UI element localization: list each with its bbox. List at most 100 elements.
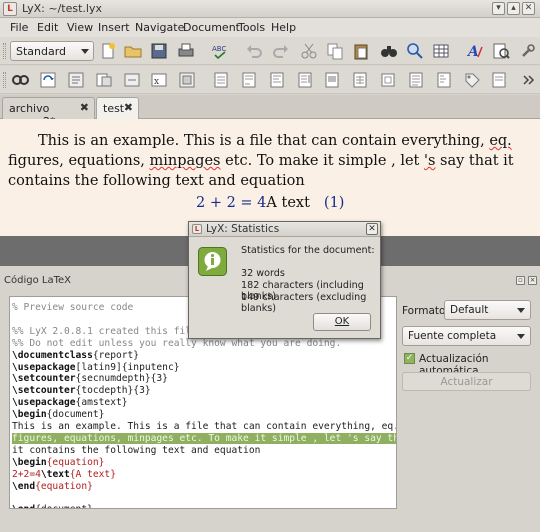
close-tab-icon[interactable]: ✖ xyxy=(80,101,89,114)
format-select[interactable]: Default xyxy=(444,300,531,320)
tab-test[interactable]: test ✖ xyxy=(96,97,139,119)
svg-text:x: x xyxy=(154,77,159,87)
misspelled-word[interactable]: minpages xyxy=(150,153,221,169)
menu-navigate[interactable]: Navigate xyxy=(135,21,184,34)
source-token: {document} xyxy=(46,409,105,421)
source-line: \end{equation} xyxy=(12,481,93,493)
source-token: {tocdepth}{3} xyxy=(75,385,151,397)
menu-file[interactable]: File xyxy=(10,21,28,34)
document-paragraph[interactable]: This is an example. This is a file that … xyxy=(8,131,531,191)
source-token: it contains the following text and equat… xyxy=(12,444,261,456)
new-document-icon[interactable] xyxy=(99,42,117,60)
source-token: This is an example. This is a file that … xyxy=(12,421,397,432)
close-panel-icon[interactable]: × xyxy=(528,276,537,285)
table-float-icon[interactable] xyxy=(351,71,369,89)
close-dialog-button[interactable]: ✕ xyxy=(366,223,378,235)
tab-archivo-nuevo2[interactable]: archivo nuevo2* ✖ xyxy=(2,97,95,128)
close-window-button[interactable]: ✕ xyxy=(522,2,535,15)
find-binoculars-icon[interactable] xyxy=(380,42,398,60)
find-replace-icon[interactable] xyxy=(406,42,424,60)
source-token: \begin xyxy=(12,409,47,421)
source-line: %% Do not edit unless you really know wh… xyxy=(12,338,341,350)
spellcheck-icon[interactable]: ABC xyxy=(211,42,229,60)
format-label: Formato: xyxy=(402,305,449,317)
paste-icon[interactable] xyxy=(352,42,370,60)
equation-inset[interactable]: 2 + 2 = 4A text (1) xyxy=(196,195,344,211)
font-style-icon[interactable]: A xyxy=(466,42,484,60)
menu-view[interactable]: View xyxy=(67,21,93,34)
view-icon[interactable] xyxy=(11,71,29,89)
box-icon[interactable] xyxy=(379,71,397,89)
cut-icon[interactable] xyxy=(300,42,318,60)
source-token: figures, equations, minpages etc. To mak… xyxy=(12,432,396,444)
update-icon[interactable] xyxy=(39,71,57,89)
source-token: \end xyxy=(12,480,36,492)
paragraph-style-select[interactable]: Standard xyxy=(10,41,94,61)
source-token: \setcounter xyxy=(12,373,76,385)
stats-heading: Statistics for the document: xyxy=(241,245,375,256)
source-scope-select[interactable]: Fuente completa xyxy=(402,326,531,346)
chevron-more-icon[interactable] xyxy=(519,71,537,89)
source-token: {secnumdepth}{3} xyxy=(75,373,168,385)
float-panel-icon[interactable]: ▫ xyxy=(516,276,525,285)
menu-document[interactable]: Document xyxy=(183,21,240,34)
open-folder-icon[interactable] xyxy=(124,42,142,60)
menu-help[interactable]: Help xyxy=(271,21,296,34)
redo-icon[interactable] xyxy=(272,42,290,60)
source-token: {amstext} xyxy=(75,397,128,409)
outline-icon[interactable] xyxy=(67,71,85,89)
table-icon[interactable] xyxy=(432,42,450,60)
source-line: % Preview source code xyxy=(12,302,133,314)
master-document-icon[interactable] xyxy=(178,71,196,89)
stats-words: 32 words xyxy=(241,268,285,279)
lyx-app-icon: L xyxy=(3,2,17,16)
ok-label: OK xyxy=(334,316,350,327)
print-icon[interactable] xyxy=(177,42,195,60)
source-line: This is an example. This is a file that … xyxy=(12,421,397,433)
source-token: \usepackage xyxy=(12,397,76,409)
ok-button[interactable]: OK xyxy=(313,313,371,331)
source-token: \begin xyxy=(12,456,47,468)
dialog-title: LyX: Statistics xyxy=(206,223,280,235)
figure-float-icon[interactable] xyxy=(323,71,341,89)
auto-update-checkbox[interactable]: ✓ xyxy=(404,353,415,364)
document-icon[interactable] xyxy=(212,71,230,89)
source-token: \setcounter xyxy=(12,385,76,397)
list-icon[interactable] xyxy=(407,71,425,89)
svg-text:A: A xyxy=(466,44,479,60)
menu-insert[interactable]: Insert xyxy=(98,21,130,34)
chevron-down-icon xyxy=(517,334,525,339)
document-editor[interactable]: This is an example. This is a file that … xyxy=(0,119,540,236)
copy-icon[interactable] xyxy=(326,42,344,60)
source-line: \begin{document} xyxy=(12,409,104,421)
menu-tools[interactable]: Tools xyxy=(238,21,265,34)
source-line: \documentclass{report} xyxy=(12,350,139,362)
undo-icon[interactable] xyxy=(245,42,263,60)
update-button[interactable]: Actualizar xyxy=(402,372,531,391)
index-icon[interactable] xyxy=(435,71,453,89)
maximize-button[interactable]: ▴ xyxy=(507,2,520,15)
export-icon[interactable] xyxy=(123,71,141,89)
menu-edit[interactable]: Edit xyxy=(37,21,58,34)
settings-tools-icon[interactable] xyxy=(519,42,537,60)
paragraph-text: etc. To make it simple , let xyxy=(220,153,424,169)
cross-reference-icon[interactable] xyxy=(490,71,508,89)
save-icon[interactable] xyxy=(150,42,168,60)
label-tag-icon[interactable] xyxy=(463,71,481,89)
close-tab-icon[interactable]: ✖ xyxy=(124,101,133,114)
paragraph-text: figures, equations, xyxy=(8,153,150,169)
misspelled-word[interactable]: eq. xyxy=(489,133,511,149)
minimize-button[interactable]: ▾ xyxy=(492,2,505,15)
note-icon[interactable] xyxy=(268,71,286,89)
margin-note-icon[interactable] xyxy=(296,71,314,89)
preview-icon[interactable] xyxy=(95,71,113,89)
equation-math: 2 + 2 = 4 xyxy=(196,195,267,211)
toolbar-grip[interactable] xyxy=(3,43,6,59)
info-icon xyxy=(198,247,227,276)
misspelled-word[interactable]: 's xyxy=(424,153,435,169)
view-output-icon[interactable] xyxy=(492,42,510,60)
lyx-app-icon: L xyxy=(192,224,202,234)
math-macro-icon[interactable]: x xyxy=(150,71,168,89)
footnote-icon[interactable] xyxy=(240,71,258,89)
toolbar-grip[interactable] xyxy=(3,72,6,88)
